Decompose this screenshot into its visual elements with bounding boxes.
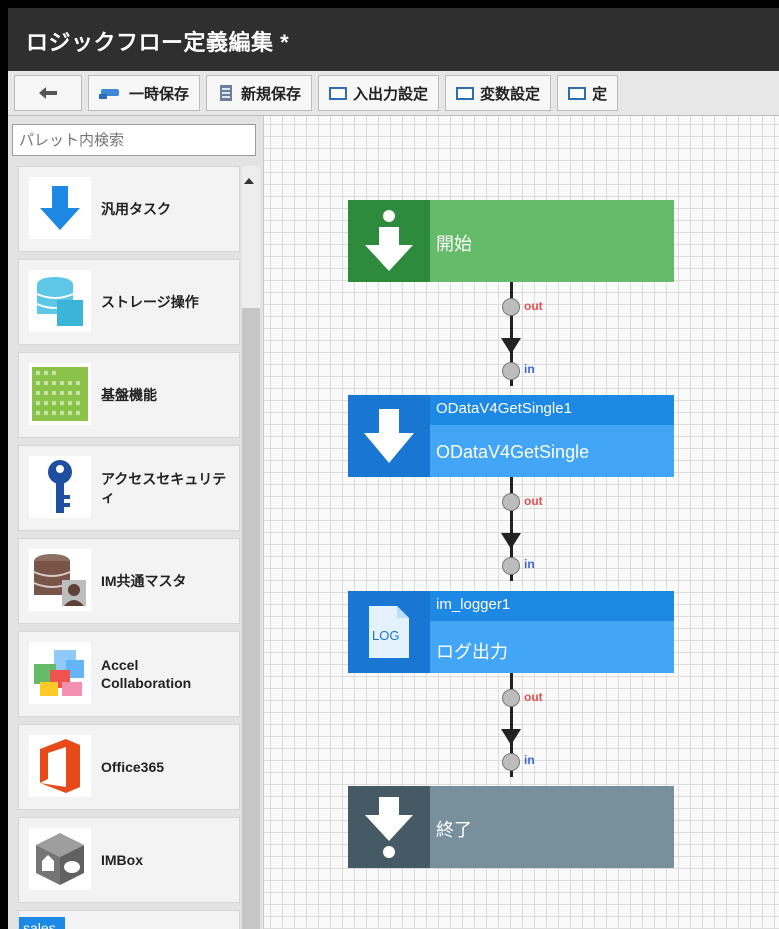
in-port[interactable] bbox=[502, 557, 520, 575]
variable-settings-label: 変数設定 bbox=[480, 85, 541, 103]
palette-item-sales[interactable]: sales bbox=[18, 910, 240, 929]
out-port-label: out bbox=[524, 494, 543, 508]
grid-icon bbox=[29, 363, 91, 425]
flow-canvas[interactable]: 開始 out in ODataV4GetSingle1 ODataV4GetSi… bbox=[264, 116, 779, 929]
palette-item-general-task[interactable]: 汎用タスク bbox=[18, 166, 240, 252]
office-icon bbox=[29, 735, 91, 797]
palette-search-input[interactable] bbox=[12, 124, 256, 156]
palette-item-accel-collaboration[interactable]: Accel Collaboration bbox=[18, 631, 240, 717]
palette-item-label: Accel Collaboration bbox=[101, 657, 192, 691]
in-port-label: in bbox=[524, 557, 535, 571]
new-save-button[interactable]: 新規保存 bbox=[206, 75, 313, 111]
title-bar: ロジックフロー定義編集 * bbox=[8, 8, 779, 71]
in-port-label: in bbox=[524, 753, 535, 767]
palette-item-office365[interactable]: Office365 bbox=[18, 724, 240, 810]
out-port-label: out bbox=[524, 690, 543, 704]
palette-item-base-function[interactable]: 基盤機能 bbox=[18, 352, 240, 438]
salesforce-icon: sales bbox=[19, 917, 65, 929]
palette-item-label: IMBox bbox=[101, 852, 143, 868]
arrow-left-icon bbox=[39, 87, 57, 99]
key-icon bbox=[29, 456, 91, 518]
new-save-icon bbox=[220, 85, 233, 101]
out-port[interactable] bbox=[502, 689, 520, 707]
variable-settings-button[interactable]: 変数設定 bbox=[445, 75, 552, 111]
node-id: ODataV4GetSingle1 bbox=[436, 400, 572, 417]
io-settings-label: 入出力設定 bbox=[353, 85, 429, 103]
node-label: 開始 bbox=[436, 234, 472, 254]
collaboration-icon bbox=[29, 642, 91, 704]
temp-save-label: 一時保存 bbox=[129, 85, 190, 103]
in-port[interactable] bbox=[502, 753, 520, 771]
database-person-icon bbox=[29, 549, 91, 611]
palette-panel: 汎用タスク ストレージ操作 bbox=[8, 116, 264, 929]
new-save-label: 新規保存 bbox=[241, 85, 302, 103]
window-title: ロジックフロー定義編集 * bbox=[26, 30, 290, 55]
constant-settings-button[interactable]: 定 bbox=[557, 75, 619, 111]
constant-settings-label: 定 bbox=[592, 85, 608, 103]
scroll-up-icon[interactable] bbox=[244, 178, 254, 184]
temp-save-icon bbox=[99, 89, 119, 99]
node-name: ログ出力 bbox=[436, 642, 508, 662]
box-icon bbox=[456, 86, 475, 100]
node-name: ODataV4GetSingle bbox=[436, 442, 590, 462]
out-port[interactable] bbox=[502, 493, 520, 511]
out-port-label: out bbox=[524, 299, 543, 313]
flow-connector: out in bbox=[500, 282, 543, 396]
palette-item-label: IM共通マスタ bbox=[101, 573, 187, 589]
io-settings-button[interactable]: 入出力設定 bbox=[318, 75, 440, 111]
out-port[interactable] bbox=[502, 298, 520, 316]
palette-item-access-security[interactable]: アクセスセキュリティ bbox=[18, 445, 240, 531]
start-icon bbox=[348, 200, 430, 282]
palette-item-label: Office365 bbox=[101, 759, 165, 775]
node-id: im_logger1 bbox=[436, 596, 511, 613]
box-icon bbox=[568, 86, 587, 100]
log-file-icon: LOG bbox=[348, 591, 430, 673]
flow-node-start[interactable]: 開始 bbox=[348, 200, 674, 282]
toolbar: 一時保存 新規保存 入出力設定 変数設定 定 bbox=[8, 71, 779, 116]
arrow-down-icon bbox=[501, 533, 521, 549]
back-button[interactable] bbox=[14, 75, 82, 111]
palette-item-imbox[interactable]: IMBox bbox=[18, 817, 240, 903]
arrow-down-icon bbox=[348, 395, 430, 477]
palette-list: 汎用タスク ストレージ操作 基盤機能 アクセスセキュリティ IM共通マスタ Ac… bbox=[18, 166, 240, 929]
palette-scroll-thumb[interactable] bbox=[242, 308, 260, 929]
in-port[interactable] bbox=[502, 362, 520, 380]
palette-item-storage[interactable]: ストレージ操作 bbox=[18, 259, 240, 345]
temp-save-button[interactable]: 一時保存 bbox=[88, 75, 201, 111]
flow-connector: out in bbox=[500, 477, 543, 591]
box-icon bbox=[329, 86, 348, 100]
flow-node-logger[interactable]: LOG im_logger1 ログ出力 bbox=[348, 591, 674, 673]
box-3d-icon bbox=[29, 828, 91, 890]
log-icon-text: LOG bbox=[372, 628, 399, 643]
in-port-label: in bbox=[524, 362, 535, 376]
arrow-down-icon bbox=[501, 338, 521, 354]
palette-item-label: 汎用タスク bbox=[101, 201, 171, 217]
arrow-down-icon bbox=[501, 729, 521, 745]
palette-item-label: アクセスセキュリティ bbox=[101, 471, 227, 505]
flow-connector: out in bbox=[500, 673, 543, 787]
app-window: ロジックフロー定義編集 * 一時保存 新規保存 入出力設定 変数設定 定 パレッ… bbox=[8, 8, 779, 929]
flow-node-end[interactable]: 終了 bbox=[348, 786, 674, 868]
database-icon bbox=[29, 270, 91, 332]
node-label: 終了 bbox=[436, 820, 472, 840]
palette-item-im-master[interactable]: IM共通マスタ bbox=[18, 538, 240, 624]
palette-item-label: 基盤機能 bbox=[101, 387, 157, 403]
end-icon bbox=[348, 786, 430, 868]
flow-node-odata[interactable]: ODataV4GetSingle1 ODataV4GetSingle bbox=[348, 395, 674, 477]
arrow-down-icon bbox=[29, 177, 91, 239]
palette-item-label: ストレージ操作 bbox=[101, 294, 199, 310]
